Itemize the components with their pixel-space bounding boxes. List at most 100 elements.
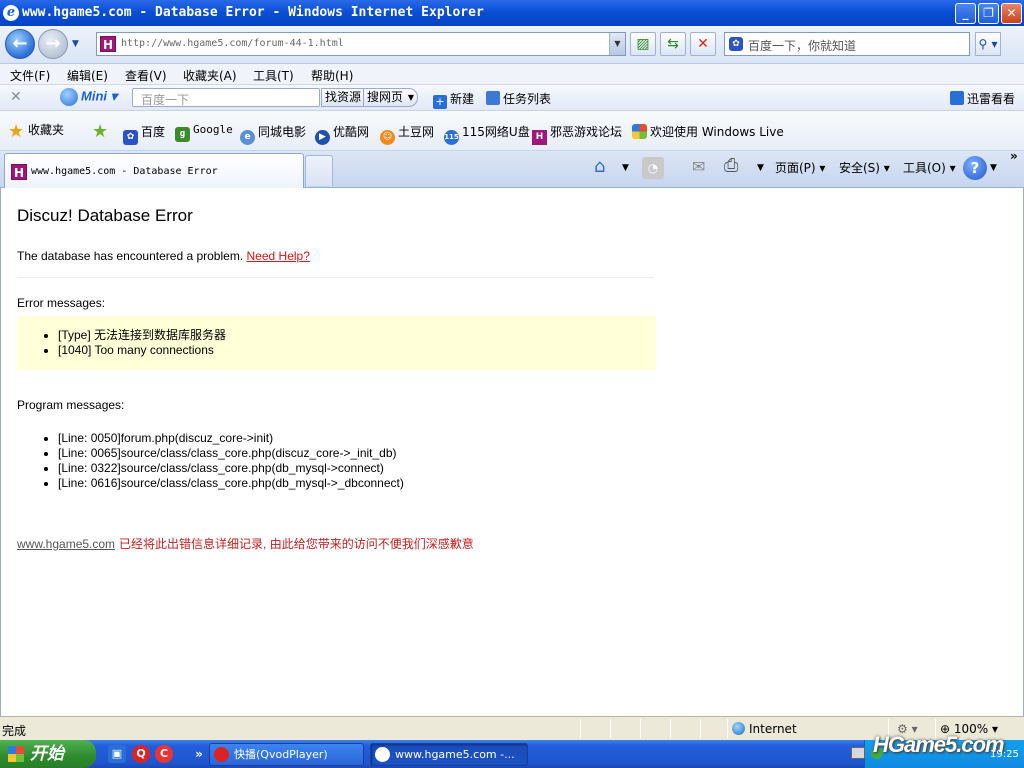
xunlei-button[interactable]: 迅雷看看 (950, 90, 1015, 107)
back-button[interactable]: ← (5, 29, 35, 59)
close-window-button[interactable]: ✕ (1001, 3, 1022, 24)
baidu-paw-icon: ✿ (729, 37, 743, 51)
minimize-button[interactable]: _ (955, 3, 976, 24)
fav-windows-live[interactable]: 欢迎使用 Windows Live (632, 123, 784, 140)
zone-indicator[interactable]: Internet (732, 722, 797, 736)
safety-menu[interactable]: 安全(S) ▾ (839, 159, 890, 176)
fav-youku-label: 优酷网 (333, 125, 370, 139)
mini-menu[interactable]: Mini ▾ (60, 88, 117, 108)
error-list: [Type] 无法连接到数据库服务器 [1040] Too many conne… (58, 328, 226, 358)
program-messages-title: Program messages: (17, 398, 125, 412)
fav-tudou-label: 土豆网 (398, 125, 435, 139)
help-dropdown-icon[interactable]: ▼ (990, 163, 997, 173)
address-bar[interactable]: H http://www.hgame5.com/forum-44-1.html … (96, 32, 626, 56)
task-qvodplayer[interactable]: 快播(QvodPlayer) (209, 743, 364, 766)
need-help-link[interactable]: Need Help? (247, 249, 310, 263)
baidu-search-input[interactable]: 百度一下 (132, 88, 320, 107)
fav-google-label: Google (193, 123, 233, 136)
hgame-icon: H (532, 130, 547, 145)
mini-globe-icon (60, 88, 78, 106)
stop-button[interactable]: ✕ (690, 32, 716, 56)
task-list-button[interactable]: 任务列表 (486, 90, 551, 107)
menu-tools[interactable]: 工具(T) (253, 67, 294, 84)
program-item: [Line: 0616]source/class/class_core.php(… (58, 476, 404, 491)
baidu-icon: ✿ (123, 130, 138, 145)
home-dropdown-icon[interactable]: ▼ (622, 163, 629, 173)
print-dropdown-icon[interactable]: ▼ (757, 163, 764, 173)
home-icon[interactable]: ⌂ (594, 156, 605, 177)
search-box[interactable]: ✿ 百度一下，你就知道 (724, 32, 970, 56)
page-content: Discuz! Database Error The database has … (0, 188, 1024, 716)
address-dropdown-icon[interactable]: ▼ (609, 33, 625, 55)
add-favorite-button[interactable]: ★ (92, 121, 108, 142)
fav-115-label: 115网络U盘 (462, 125, 530, 139)
find-resource-button[interactable]: 找资源 (321, 88, 366, 107)
page-menu-label: 页面(P) (775, 161, 816, 175)
search-placeholder[interactable]: 百度一下，你就知道 (748, 37, 856, 54)
favorites-star-icon: ★ (8, 121, 25, 142)
fav-xie-e[interactable]: H 邪恶游戏论坛 (532, 123, 622, 145)
favorites-bar: ★ 收藏夹 ★ ✿ 百度 g Google e 同城电影 ▶ 优酷网 ☺ 土豆网 115 1… (0, 111, 1024, 151)
maximize-button[interactable]: ❐ (978, 3, 999, 24)
refresh-button[interactable]: ⇆ (660, 32, 686, 56)
quicklaunch-desktop-icon[interactable]: ▣ (108, 745, 126, 763)
status-separator (640, 719, 641, 738)
print-icon[interactable]: ⎙ (724, 155, 738, 176)
close-toolbar-icon[interactable]: ✕ (10, 89, 22, 105)
intro-sentence: The database has encountered a problem. (17, 249, 244, 263)
forward-button[interactable]: → (38, 29, 68, 59)
chevron-more-icon[interactable]: » (1010, 149, 1018, 163)
title-bar: e www.hgame5.com - Database Error - Wind… (0, 0, 1024, 26)
help-icon[interactable]: ? (963, 156, 987, 180)
start-label: 开始 (30, 744, 64, 763)
start-button[interactable]: 开始 (0, 740, 96, 768)
search-web-button[interactable]: 搜网页 ▼ (363, 88, 419, 107)
favorites-center-button[interactable]: ★ 收藏夹 (8, 121, 64, 142)
new-tab-button[interactable] (305, 155, 333, 186)
page-menu[interactable]: 页面(P) ▾ (775, 159, 825, 176)
115-icon: 115 (444, 130, 459, 145)
error-item: [Type] 无法连接到数据库服务器 (58, 328, 226, 343)
zone-label: Internet (749, 722, 797, 736)
task-list-label: 任务列表 (503, 92, 552, 106)
tools-menu[interactable]: 工具(O) ▾ (903, 159, 956, 176)
keyboard-icon[interactable] (851, 747, 865, 759)
search-button[interactable]: ⚲ ▾ (975, 32, 1001, 56)
fav-tongcheng[interactable]: e 同城电影 (240, 123, 306, 145)
quicklaunch-c-icon[interactable]: C (155, 745, 173, 763)
compat-view-icon[interactable]: ▨ (630, 32, 656, 56)
tab-active[interactable]: H www.hgame5.com - Database Error (4, 153, 304, 188)
menu-edit[interactable]: 编辑(E) (67, 67, 108, 84)
fav-youku[interactable]: ▶ 优酷网 (315, 123, 369, 145)
footer-site-link[interactable]: www.hgame5.com (17, 537, 115, 551)
read-mail-icon[interactable]: ✉ (692, 157, 705, 176)
page-title: Discuz! Database Error (17, 206, 193, 225)
fav-tudou[interactable]: ☺ 土豆网 (380, 123, 434, 145)
fav-xie-e-label: 邪恶游戏论坛 (550, 125, 623, 139)
menu-favorites[interactable]: 收藏夹(A) (183, 67, 237, 84)
list-icon (486, 91, 500, 105)
task-ie-active[interactable]: www.hgame5.com -... (370, 743, 528, 766)
fav-115[interactable]: 115 115网络U盘 (444, 123, 530, 145)
quicklaunch-more-icon[interactable]: » (190, 745, 208, 763)
status-separator (727, 719, 728, 738)
windows-flag-icon (632, 124, 647, 139)
quicklaunch-qvod-icon[interactable]: Q (132, 745, 150, 763)
menu-view[interactable]: 查看(V) (125, 67, 167, 84)
address-url[interactable]: http://www.hgame5.com/forum-44-1.html (121, 38, 344, 49)
new-button[interactable]: + 新建 (433, 90, 474, 109)
ie-window: e www.hgame5.com - Database Error - Wind… (0, 0, 1024, 768)
menu-help[interactable]: 帮助(H) (311, 67, 353, 84)
fav-baidu[interactable]: ✿ 百度 (123, 123, 165, 145)
menu-file[interactable]: 文件(F) (10, 67, 50, 84)
fav-google[interactable]: g Google (175, 123, 233, 142)
error-messages-title: Error messages: (17, 296, 106, 310)
fav-windows-live-label: 欢迎使用 Windows Live (650, 125, 784, 139)
divider (17, 277, 654, 278)
footer-text: 已经将此出错信息详细记录, 由此给您带来的访问不便我们深感歉意 (119, 537, 474, 551)
site-favicon-icon: H (100, 36, 116, 52)
watermark: HGame5.com (873, 732, 1005, 757)
rss-feed-icon[interactable]: ◔ (642, 157, 664, 179)
footer-note: www.hgame5.com 已经将此出错信息详细记录, 由此给您带来的访问不便我… (17, 535, 474, 552)
history-dropdown-icon[interactable]: ▼ (72, 39, 79, 49)
